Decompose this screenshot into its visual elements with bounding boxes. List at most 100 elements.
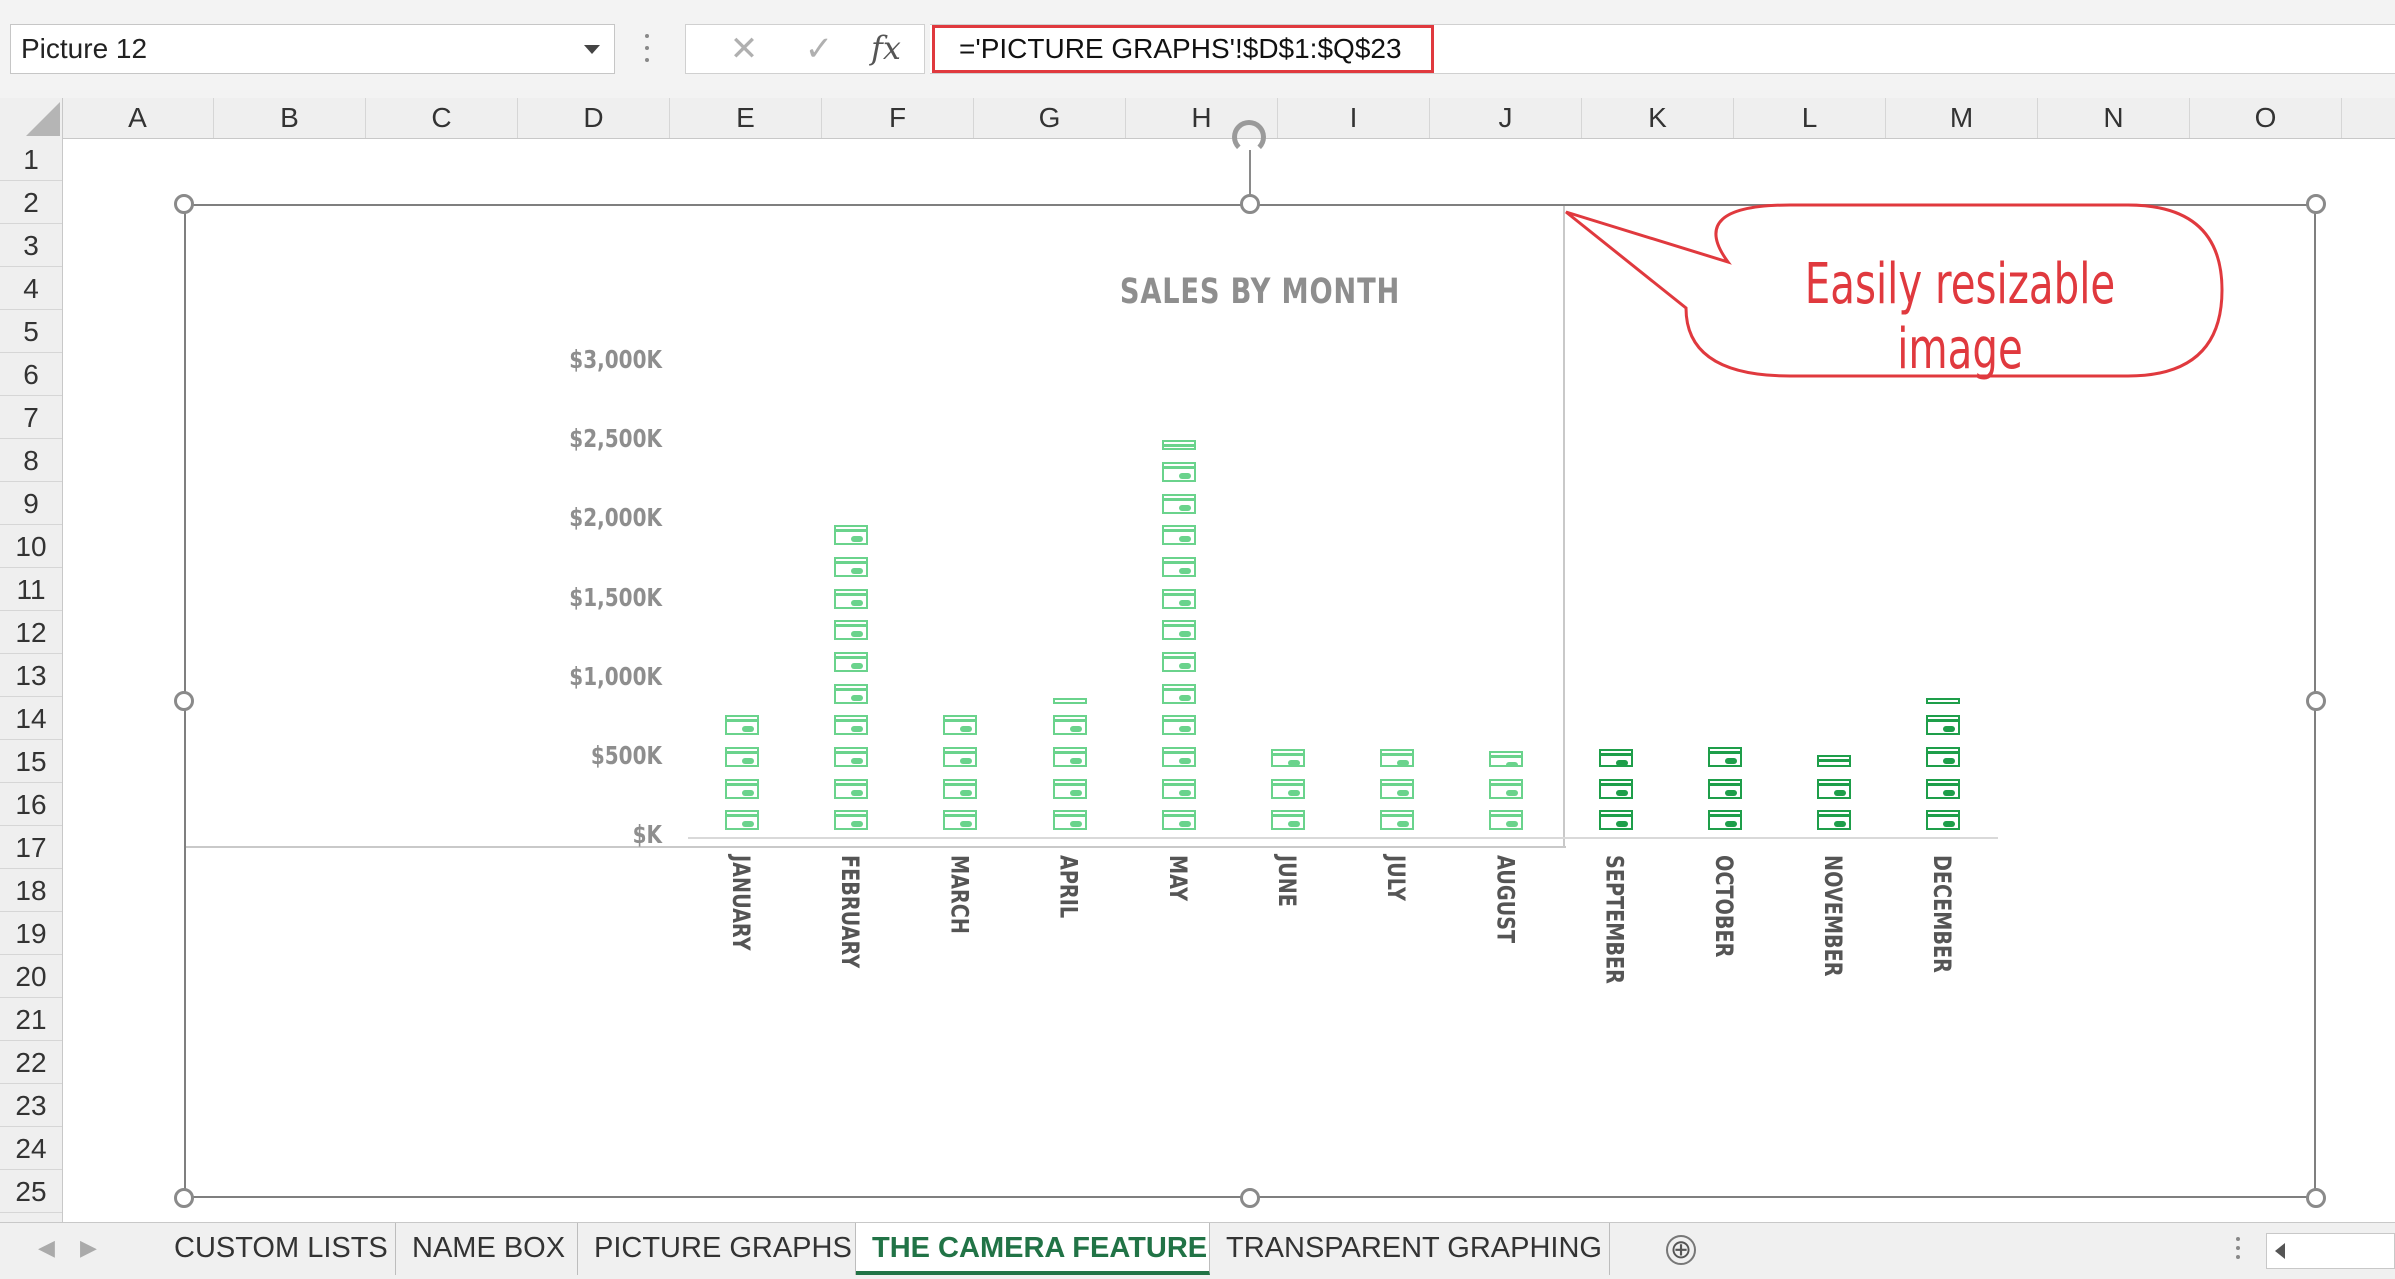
cash-icon-bar-may [1161, 588, 1196, 609]
rotate-handle-icon[interactable] [1232, 120, 1266, 154]
resize-handle-icon[interactable] [2306, 1188, 2326, 1208]
sheet-tab-picture-graphs[interactable]: PICTURE GRAPHS [578, 1223, 856, 1275]
y-tick-label: $1,500K [569, 582, 662, 612]
row-header-10[interactable]: 10 [0, 525, 62, 568]
x-tick-label: JULY [1382, 855, 1411, 901]
row-header-9[interactable]: 9 [0, 482, 62, 525]
x-tick-label: FEBRUARY [836, 855, 865, 969]
row-header-18[interactable]: 18 [0, 869, 62, 912]
resize-handle-icon[interactable] [174, 691, 194, 711]
row-header-8[interactable]: 8 [0, 439, 62, 482]
column-header-d[interactable]: D [518, 98, 670, 138]
row-header-24[interactable]: 24 [0, 1127, 62, 1170]
cash-icon-bar-april [1052, 715, 1087, 736]
cash-icon-bar-february [834, 620, 869, 641]
row-header-14[interactable]: 14 [0, 697, 62, 740]
cash-icon-bar-may [1161, 462, 1196, 482]
column-header-f[interactable]: F [822, 98, 974, 138]
sheet-tab-the-camera-feature[interactable]: THE CAMERA FEATURE [856, 1223, 1210, 1275]
resize-handle-icon[interactable] [2306, 691, 2326, 711]
row-header-3[interactable]: 3 [0, 224, 62, 267]
row-header-12[interactable]: 12 [0, 611, 62, 654]
cash-icon-bar-may [1161, 778, 1196, 799]
column-header-i[interactable]: I [1278, 98, 1430, 138]
enter-icon[interactable]: ✓ [789, 25, 849, 73]
next-sheet-icon[interactable]: ▶ [80, 1235, 97, 1261]
sheet-tab-custom-lists[interactable]: CUSTOM LISTS [158, 1223, 396, 1275]
column-header-e[interactable]: E [670, 98, 822, 138]
cash-icon-bar-december [1926, 697, 1961, 704]
picture-edge [186, 846, 1566, 848]
horizontal-scrollbar[interactable] [2266, 1233, 2395, 1269]
drag-handle-icon[interactable] [645, 34, 651, 64]
row-header-17[interactable]: 17 [0, 826, 62, 869]
y-tick-label: $K [632, 820, 662, 849]
row-header-16[interactable]: 16 [0, 783, 62, 826]
column-header-c[interactable]: C [366, 98, 518, 138]
column-header-g[interactable]: G [974, 98, 1126, 138]
y-tick-label: $2,000K [569, 503, 662, 533]
row-header-4[interactable]: 4 [0, 267, 62, 310]
row-header-20[interactable]: 20 [0, 955, 62, 998]
chevron-down-icon[interactable] [584, 45, 600, 54]
x-tick-label: OCTOBER [1709, 855, 1738, 958]
column-header-a[interactable]: A [62, 98, 214, 138]
column-header-m[interactable]: M [1886, 98, 2038, 138]
column-header-k[interactable]: K [1582, 98, 1734, 138]
drag-handle-icon[interactable] [2236, 1237, 2240, 1264]
row-header-1[interactable]: 1 [0, 138, 62, 181]
column-header-o[interactable]: O [2190, 98, 2342, 138]
x-tick-label: DECEMBER [1928, 855, 1957, 973]
cash-icon-bar-august [1489, 751, 1524, 767]
column-header-l[interactable]: L [1734, 98, 1886, 138]
x-tick-label: AUGUST [1491, 855, 1520, 944]
resize-handle-icon[interactable] [174, 194, 194, 214]
row-header-2[interactable]: 2 [0, 181, 62, 224]
row-header-7[interactable]: 7 [0, 396, 62, 439]
cash-icon-bar-september [1598, 749, 1633, 767]
sheet-tab-name-box[interactable]: NAME BOX [396, 1223, 578, 1275]
row-headers: 1 2 3 4 5 6 7 8 9 10 11 12 13 14 15 16 17 18 19 20 21 22 23 24 2… [0, 138, 63, 1222]
select-all-button[interactable] [0, 98, 63, 138]
cash-icon-bar-july [1380, 749, 1415, 767]
row-header-13[interactable]: 13 [0, 654, 62, 697]
cancel-icon[interactable]: ✕ [714, 25, 774, 73]
cash-icon-bar-april [1052, 810, 1087, 831]
resize-handle-icon[interactable] [174, 1188, 194, 1208]
column-header-j[interactable]: J [1430, 98, 1582, 138]
row-header-5[interactable]: 5 [0, 310, 62, 353]
sheet-tab-transparent-graphing[interactable]: TRANSPARENT GRAPHING [1210, 1223, 1610, 1275]
row-header-22[interactable]: 22 [0, 1041, 62, 1084]
cash-icon-bar-may [1161, 652, 1196, 672]
cash-icon-bar-february [834, 557, 869, 577]
cash-icon-bar-may [1161, 525, 1196, 546]
cash-icon-bar-may [1161, 440, 1196, 451]
cash-icon-bar-january [725, 747, 759, 767]
column-header-n[interactable]: N [2038, 98, 2190, 138]
cash-icon-bar-february [834, 715, 869, 736]
row-header-21[interactable]: 21 [0, 998, 62, 1041]
row-header-19[interactable]: 19 [0, 912, 62, 955]
name-box[interactable]: Picture 12 [10, 24, 615, 74]
insert-function-icon[interactable]: fx [856, 25, 916, 73]
row-header-11[interactable]: 11 [0, 568, 62, 611]
formula-text[interactable]: ='PICTURE GRAPHS'!$D$1:$Q$23 [932, 25, 1434, 73]
column-header-b[interactable]: B [214, 98, 366, 138]
cash-icon-bar-november [1817, 778, 1851, 799]
cash-icon-bar-march [943, 810, 978, 831]
previous-sheet-icon[interactable]: ◀ [38, 1235, 55, 1261]
row-header-6[interactable]: 6 [0, 353, 62, 396]
resize-handle-icon[interactable] [2306, 194, 2326, 214]
cash-icon-bar-february [834, 747, 869, 767]
row-header-15[interactable]: 15 [0, 740, 62, 783]
x-tick-label: MARCH [945, 855, 974, 934]
row-header-23[interactable]: 23 [0, 1084, 62, 1127]
cash-icon-bar-june [1271, 778, 1305, 799]
x-tick-label: SEPTEMBER [1600, 855, 1629, 984]
resize-handle-icon[interactable] [1240, 194, 1260, 214]
resize-handle-icon[interactable] [1240, 1188, 1260, 1208]
x-tick-label: APRIL [1054, 855, 1083, 919]
scroll-left-icon[interactable] [2275, 1243, 2285, 1259]
add-sheet-icon[interactable]: ⊕ [1666, 1235, 1696, 1265]
row-header-25[interactable]: 25 [0, 1170, 62, 1213]
